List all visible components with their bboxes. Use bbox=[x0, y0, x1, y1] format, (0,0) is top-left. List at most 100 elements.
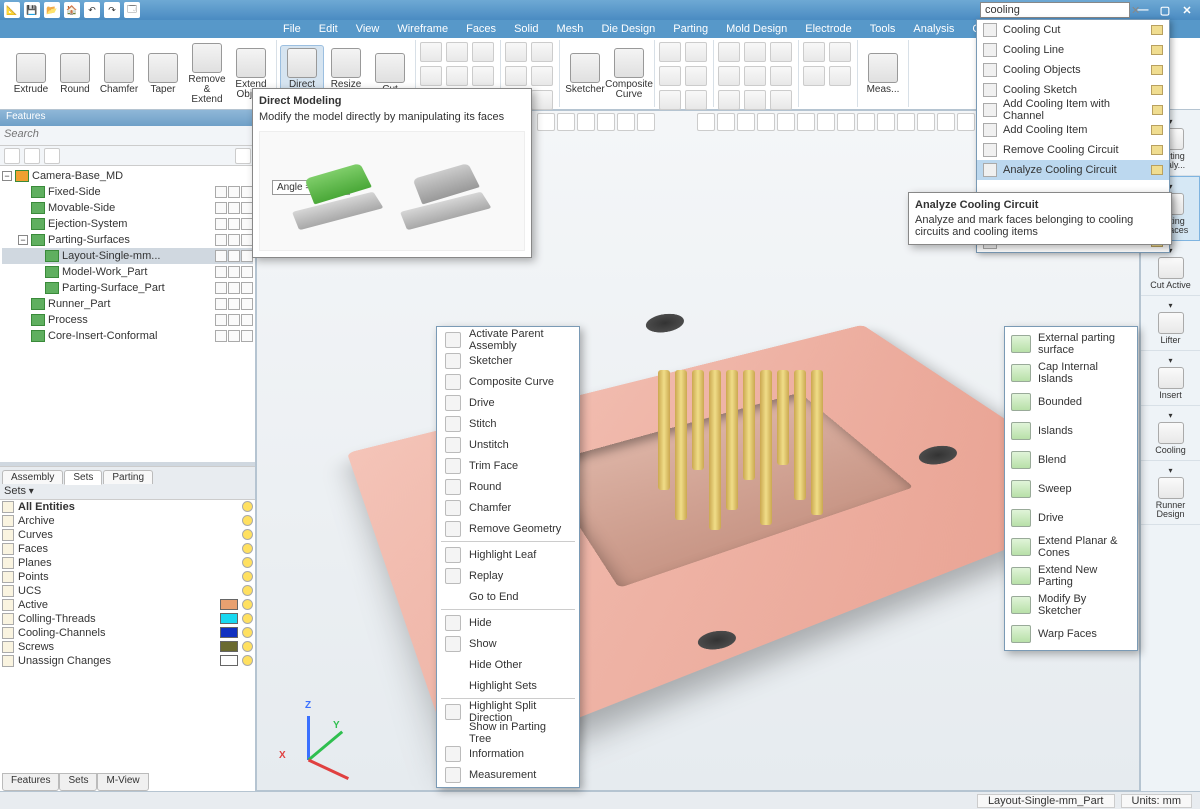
set-row[interactable]: Cooling-Channels bbox=[0, 626, 255, 640]
search-result-item[interactable]: Remove Cooling Circuit bbox=[977, 140, 1169, 160]
tree-node[interactable]: Process bbox=[2, 312, 253, 328]
tree-root[interactable]: −Camera-Base_MD bbox=[2, 168, 253, 184]
maximize-button[interactable]: ▢ bbox=[1156, 2, 1174, 18]
set-row[interactable]: All Entities bbox=[0, 500, 255, 514]
qat-home-icon[interactable]: 🏠 bbox=[64, 2, 80, 18]
search-result-item[interactable]: Cooling Sketch bbox=[977, 80, 1169, 100]
menu-tools[interactable]: Tools bbox=[862, 23, 904, 35]
context-information[interactable]: Information bbox=[437, 743, 579, 764]
search-result-item[interactable]: Cooling Cut bbox=[977, 20, 1169, 40]
context-highlight-split-direction[interactable]: Highlight Split Direction bbox=[437, 701, 579, 722]
tree-node[interactable]: Movable-Side bbox=[2, 200, 253, 216]
tree-node[interactable]: Fixed-Side bbox=[2, 184, 253, 200]
flyout-extend-planar-cones[interactable]: Extend Planar & Cones bbox=[1005, 532, 1137, 561]
flyout-cap-internal-islands[interactable]: Cap Internal Islands bbox=[1005, 358, 1137, 387]
context-round[interactable]: Round bbox=[437, 476, 579, 497]
menu-parting[interactable]: Parting bbox=[665, 23, 716, 35]
search-result-item[interactable]: Add Cooling Item with Channel bbox=[977, 100, 1169, 120]
flyout-islands[interactable]: Islands bbox=[1005, 416, 1137, 445]
set-row[interactable]: Archive bbox=[0, 514, 255, 528]
tab-parting[interactable]: Parting bbox=[103, 470, 153, 484]
context-drive[interactable]: Drive bbox=[437, 392, 579, 413]
context-show[interactable]: Show bbox=[437, 633, 579, 654]
menu-solid[interactable]: Solid bbox=[506, 23, 546, 35]
search-result-item[interactable]: Cooling Objects bbox=[977, 60, 1169, 80]
context-sketcher[interactable]: Sketcher bbox=[437, 350, 579, 371]
tree-node[interactable]: Layout-Single-mm... bbox=[2, 248, 253, 264]
feature-tree[interactable]: −Camera-Base_MDFixed-SideMovable-SideEje… bbox=[0, 166, 255, 462]
set-row[interactable]: Points bbox=[0, 570, 255, 584]
tab-sets[interactable]: Sets bbox=[64, 470, 102, 485]
search-result-item[interactable]: Analyze Cooling Circuit bbox=[977, 160, 1169, 180]
context-activate-parent-assembly[interactable]: Activate Parent Assembly bbox=[437, 329, 579, 350]
ribbon-round[interactable]: Round bbox=[53, 51, 97, 97]
context-chamfer[interactable]: Chamfer bbox=[437, 497, 579, 518]
context-remove-geometry[interactable]: Remove Geometry bbox=[437, 518, 579, 539]
menu-file[interactable]: File bbox=[275, 23, 309, 35]
menu-mold-design[interactable]: Mold Design bbox=[718, 23, 795, 35]
flyout-extend-new-parting[interactable]: Extend New Parting bbox=[1005, 561, 1137, 590]
bottom-tab-m-view[interactable]: M-View bbox=[97, 773, 148, 791]
ribbon-small-icon[interactable] bbox=[420, 42, 442, 62]
set-row[interactable]: Active bbox=[0, 598, 255, 612]
qat-save-icon[interactable]: 💾 bbox=[24, 2, 40, 18]
tree-node[interactable]: Parting-Surface_Part bbox=[2, 280, 253, 296]
flyout-external-parting-surface[interactable]: External parting surface bbox=[1005, 329, 1137, 358]
right-panel-cooling[interactable]: ▾Cooling bbox=[1141, 406, 1200, 461]
bottom-tab-features[interactable]: Features bbox=[2, 773, 59, 791]
right-panel-insert[interactable]: ▾Insert bbox=[1141, 351, 1200, 406]
tree-node[interactable]: Ejection-System bbox=[2, 216, 253, 232]
close-button[interactable]: ✕ bbox=[1178, 2, 1196, 18]
sets-list[interactable]: All EntitiesArchiveCurvesFacesPlanesPoin… bbox=[0, 500, 255, 792]
context-highlight-leaf[interactable]: Highlight Leaf bbox=[437, 544, 579, 565]
tab-assembly[interactable]: Assembly bbox=[2, 470, 63, 484]
command-search-input[interactable] bbox=[985, 4, 1127, 16]
ribbon-meas-[interactable]: Meas... bbox=[861, 51, 905, 97]
tree-node[interactable]: Core-Insert-Conformal bbox=[2, 328, 253, 344]
minimize-button[interactable]: — bbox=[1134, 2, 1152, 18]
ribbon-taper[interactable]: Taper bbox=[141, 51, 185, 97]
context-stitch[interactable]: Stitch bbox=[437, 413, 579, 434]
menu-electrode[interactable]: Electrode bbox=[797, 23, 859, 35]
flyout-sweep[interactable]: Sweep bbox=[1005, 474, 1137, 503]
menu-view[interactable]: View bbox=[348, 23, 388, 35]
menu-mesh[interactable]: Mesh bbox=[549, 23, 592, 35]
flyout-blend[interactable]: Blend bbox=[1005, 445, 1137, 474]
right-panel-lifter[interactable]: ▾Lifter bbox=[1141, 296, 1200, 351]
context-show-in-parting-tree[interactable]: Show in Parting Tree bbox=[437, 722, 579, 743]
menu-die-design[interactable]: Die Design bbox=[593, 23, 663, 35]
tree-node[interactable]: Runner_Part bbox=[2, 296, 253, 312]
menu-edit[interactable]: Edit bbox=[311, 23, 346, 35]
qat-window-icon[interactable]: 🗔 bbox=[124, 2, 140, 18]
ribbon-sketcher[interactable]: Sketcher bbox=[563, 51, 607, 97]
context-menu[interactable]: Activate Parent AssemblySketcherComposit… bbox=[436, 326, 580, 788]
tree-node[interactable]: Model-Work_Part bbox=[2, 264, 253, 280]
context-composite-curve[interactable]: Composite Curve bbox=[437, 371, 579, 392]
right-panel-runner-design[interactable]: ▾RunnerDesign bbox=[1141, 461, 1200, 525]
context-replay[interactable]: Replay bbox=[437, 565, 579, 586]
menu-analysis[interactable]: Analysis bbox=[905, 23, 962, 35]
search-result-item[interactable]: Add Cooling Item bbox=[977, 120, 1169, 140]
flyout-bounded[interactable]: Bounded bbox=[1005, 387, 1137, 416]
context-measurement[interactable]: Measurement bbox=[437, 764, 579, 785]
qat-open-icon[interactable]: 📂 bbox=[44, 2, 60, 18]
parting-surfaces-flyout[interactable]: External parting surfaceCap Internal Isl… bbox=[1004, 326, 1138, 651]
bottom-tab-sets[interactable]: Sets bbox=[59, 773, 97, 791]
search-result-item[interactable]: Cooling Line bbox=[977, 40, 1169, 60]
flyout-warp-faces[interactable]: Warp Faces bbox=[1005, 619, 1137, 648]
qat-undo-icon[interactable]: ↶ bbox=[84, 2, 100, 18]
feature-search-input[interactable] bbox=[4, 128, 251, 140]
ribbon-extrude[interactable]: Extrude bbox=[9, 51, 53, 97]
flyout-drive[interactable]: Drive bbox=[1005, 503, 1137, 532]
set-row[interactable]: Curves bbox=[0, 528, 255, 542]
context-unstitch[interactable]: Unstitch bbox=[437, 434, 579, 455]
menu-faces[interactable]: Faces bbox=[458, 23, 504, 35]
menu-wireframe[interactable]: Wireframe bbox=[389, 23, 456, 35]
ribbon-chamfer[interactable]: Chamfer bbox=[97, 51, 141, 97]
context-trim-face[interactable]: Trim Face bbox=[437, 455, 579, 476]
set-row[interactable]: Colling-Threads bbox=[0, 612, 255, 626]
tree-node[interactable]: −Parting-Surfaces bbox=[2, 232, 253, 248]
set-row[interactable]: Screws bbox=[0, 640, 255, 654]
qat-redo-icon[interactable]: ↷ bbox=[104, 2, 120, 18]
ribbon-remove-extend[interactable]: Remove &Extend bbox=[185, 41, 229, 107]
